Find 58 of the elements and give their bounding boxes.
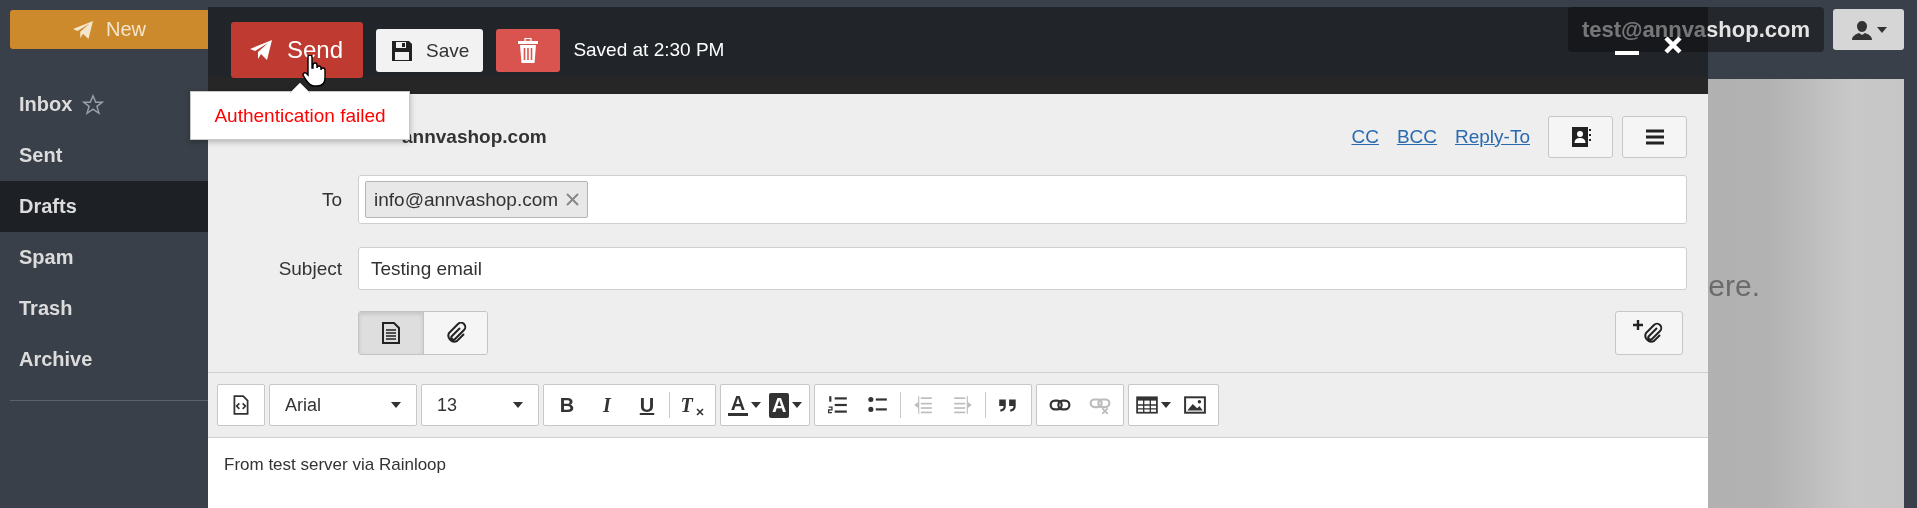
send-button[interactable]: Send — [231, 22, 364, 78]
caret-icon — [1876, 26, 1887, 33]
image-icon — [1184, 394, 1207, 416]
folder-item[interactable]: Spam — [0, 232, 208, 283]
tooltip-arrow — [290, 83, 310, 93]
minimize-icon — [1615, 51, 1639, 55]
caret-icon — [513, 402, 523, 408]
user-menu-button[interactable] — [1833, 9, 1904, 50]
error-tooltip: Authentication failed — [190, 91, 410, 140]
folder-item[interactable]: Trash — [0, 283, 208, 334]
star-icon[interactable] — [82, 93, 105, 116]
trash-icon — [517, 37, 540, 64]
color-bar-icon — [728, 413, 748, 417]
menu-icon — [1645, 129, 1664, 145]
bold-button[interactable]: B — [547, 388, 587, 422]
numbered-list-icon — [827, 394, 850, 416]
remove-icon[interactable] — [566, 193, 580, 206]
caret-icon — [751, 402, 761, 408]
clear-format-button[interactable]: T — [672, 388, 712, 422]
field-label: Subject — [277, 257, 343, 280]
save-status: Saved at 2:30 PM — [573, 39, 725, 61]
header-link[interactable]: CC — [1351, 126, 1379, 148]
remove-icon — [695, 408, 704, 416]
italic-button[interactable]: I — [587, 388, 627, 422]
send-icon — [249, 39, 273, 61]
save-button[interactable]: Save — [376, 29, 484, 72]
background-color-button[interactable]: A — [765, 388, 807, 422]
send-icon — [72, 19, 94, 40]
subject-field[interactable]: Testing email — [358, 247, 1687, 290]
delete-button[interactable] — [496, 29, 561, 72]
header-link[interactable]: BCC — [1396, 126, 1437, 148]
user-icon — [1850, 18, 1873, 41]
folder-item[interactable]: Drafts — [0, 181, 208, 232]
folder-item[interactable]: Archive — [0, 334, 208, 385]
recipient-field[interactable]: info@annvashop.com — [358, 175, 1687, 224]
caret-icon — [1161, 402, 1172, 408]
document-icon — [382, 322, 400, 344]
contacts-button[interactable] — [1548, 116, 1613, 158]
outdent-icon — [912, 394, 935, 416]
text-color-button[interactable]: A — [724, 388, 765, 422]
caret-icon — [792, 402, 803, 408]
table-icon — [1136, 394, 1159, 416]
field-label: To — [320, 188, 343, 211]
caret-icon — [391, 402, 401, 408]
menu-button[interactable] — [1622, 116, 1687, 158]
text-mode-button[interactable] — [359, 312, 423, 354]
paperclip-icon — [444, 322, 467, 344]
contact-card-icon — [1570, 126, 1591, 148]
underline-button[interactable]: U — [627, 388, 667, 422]
empty-list-text: ere. — [1708, 269, 1760, 303]
add-attachment-button[interactable] — [1615, 311, 1683, 355]
recipient-tag: info@annvashop.com — [365, 181, 589, 218]
message-body[interactable]: From test server via Rainloop — [208, 438, 1708, 508]
attachments-mode-button[interactable] — [423, 312, 487, 354]
font-select[interactable]: Arial — [273, 388, 413, 422]
account-email: test@annvashop.com — [1567, 7, 1824, 52]
header-link[interactable]: Reply-To — [1455, 126, 1530, 148]
font-size-select[interactable]: 13 — [425, 388, 535, 422]
